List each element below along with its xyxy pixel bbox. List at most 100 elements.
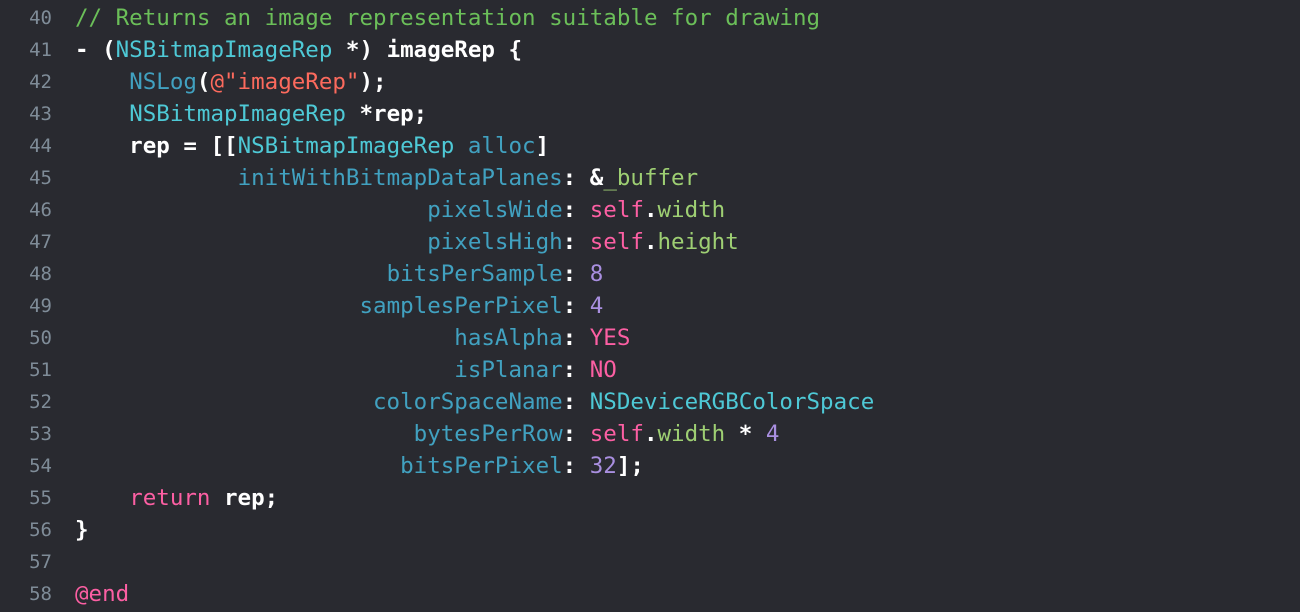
code-line[interactable]: 49 samplesPerPixel: 4 [0, 290, 1300, 322]
code-token: pixelsWide [427, 197, 563, 223]
code-text[interactable]: hasAlpha: YES [75, 322, 630, 354]
code-token: : [562, 389, 590, 415]
code-token: : [562, 229, 590, 255]
code-token: . [643, 229, 658, 255]
code-token: width [657, 421, 726, 447]
code-token: pixelsHigh [427, 229, 563, 255]
line-number: 54 [29, 455, 52, 477]
code-text[interactable]: initWithBitmapDataPlanes: &_buffer [75, 162, 699, 194]
code-token: NSBitmapImageRep [237, 133, 455, 159]
code-text[interactable]: @end [75, 578, 129, 610]
code-text[interactable]: NSBitmapImageRep *rep; [75, 98, 427, 130]
code-token: bitsPerSample [386, 261, 563, 287]
code-token: self [589, 229, 644, 255]
line-number: 55 [29, 487, 52, 509]
code-token: * [725, 421, 766, 447]
code-token: . [643, 421, 658, 447]
code-text[interactable]: - (NSBitmapImageRep *) imageRep { [75, 34, 522, 66]
code-token: samplesPerPixel [359, 293, 563, 319]
code-token: NSLog [129, 69, 197, 95]
code-line[interactable]: 52 colorSpaceName: NSDeviceRGBColorSpace [0, 386, 1300, 418]
code-token: NSDeviceRGBColorSpace [589, 389, 875, 415]
line-number: 45 [29, 167, 52, 189]
code-token: *) imageRep { [332, 37, 523, 63]
code-token: *rep; [345, 101, 428, 127]
code-text[interactable]: rep = [[NSBitmapImageRep alloc] [75, 130, 549, 162]
code-editor[interactable]: 40 // Returns an image representation sui… [0, 2, 1300, 612]
code-line[interactable]: 57 [0, 546, 1300, 578]
code-token: 32 [589, 453, 617, 479]
code-token: @"imageRep" [210, 69, 360, 95]
line-number: 46 [29, 199, 52, 221]
code-token: rep; [210, 485, 279, 511]
code-line[interactable]: 41 - (NSBitmapImageRep *) imageRep { [0, 34, 1300, 66]
line-number: 40 [29, 7, 52, 29]
code-text[interactable]: NSLog(@"imageRep"); [75, 66, 387, 98]
line-number: 44 [29, 135, 52, 157]
code-line[interactable]: 46 pixelsWide: self.width [0, 194, 1300, 226]
code-text[interactable]: pixelsWide: self.width [75, 194, 725, 226]
line-number: 47 [29, 231, 52, 253]
code-token: NSBitmapImageRep [115, 37, 333, 63]
line-number: 50 [29, 327, 52, 349]
code-token: : [562, 293, 590, 319]
code-text[interactable]: isPlanar: NO [75, 354, 617, 386]
code-line[interactable]: 44 rep = [[NSBitmapImageRep alloc] [0, 130, 1300, 162]
line-number: 53 [29, 423, 52, 445]
code-token: ]; [616, 453, 644, 479]
code-token: width [657, 197, 726, 223]
line-number: 42 [29, 71, 52, 93]
code-line[interactable]: 50 hasAlpha: YES [0, 322, 1300, 354]
code-line[interactable]: 54 bitsPerPixel: 32]; [0, 450, 1300, 482]
code-line[interactable]: 53 bytesPerRow: self.width * 4 [0, 418, 1300, 450]
code-token: ); [359, 69, 387, 95]
code-line[interactable]: 42 NSLog(@"imageRep"); [0, 66, 1300, 98]
code-text[interactable]: } [75, 514, 89, 546]
code-token: isPlanar [454, 357, 563, 383]
code-text[interactable]: bytesPerRow: self.width * 4 [75, 418, 780, 450]
code-line[interactable]: 55 return rep; [0, 482, 1300, 514]
code-line[interactable]: 45 initWithBitmapDataPlanes: &_buffer [0, 162, 1300, 194]
code-token: 8 [589, 261, 604, 287]
code-line[interactable]: 58 @end [0, 578, 1300, 610]
code-text[interactable]: return rep; [75, 482, 278, 514]
code-token: _buffer [603, 165, 699, 191]
code-token: : [562, 261, 590, 287]
code-token: : [562, 325, 590, 351]
code-text[interactable]: pixelsHigh: self.height [75, 226, 739, 258]
code-token: - ( [75, 37, 116, 63]
code-line[interactable]: 48 bitsPerSample: 8 [0, 258, 1300, 290]
code-token: // Returns an image representation suita… [75, 5, 821, 31]
code-token: hasAlpha [454, 325, 563, 351]
code-line[interactable]: 43 NSBitmapImageRep *rep; [0, 98, 1300, 130]
code-token: height [657, 229, 739, 255]
code-text[interactable]: samplesPerPixel: 4 [75, 290, 603, 322]
code-token: bitsPerPixel [400, 453, 563, 479]
code-token: rep = [[ [75, 133, 238, 159]
code-token: ] [535, 133, 550, 159]
code-text[interactable]: bitsPerSample: 8 [75, 258, 604, 290]
code-line[interactable]: 40 // Returns an image representation sui… [0, 2, 1300, 34]
code-token: bytesPerRow [413, 421, 563, 447]
line-number: 52 [29, 391, 52, 413]
code-token: colorSpaceName [373, 389, 563, 415]
code-token: : & [562, 165, 604, 191]
code-token: . [643, 197, 658, 223]
code-text[interactable]: bitsPerPixel: 32]; [75, 450, 644, 482]
code-line[interactable]: 56} [0, 514, 1300, 546]
line-number: 48 [29, 263, 52, 285]
code-line[interactable]: 51 isPlanar: NO [0, 354, 1300, 386]
code-line[interactable]: 47 pixelsHigh: self.height [0, 226, 1300, 258]
code-text[interactable]: // Returns an image representation suita… [75, 2, 820, 34]
code-text[interactable]: colorSpaceName: NSDeviceRGBColorSpace [75, 386, 874, 418]
code-token: NO [589, 357, 617, 383]
